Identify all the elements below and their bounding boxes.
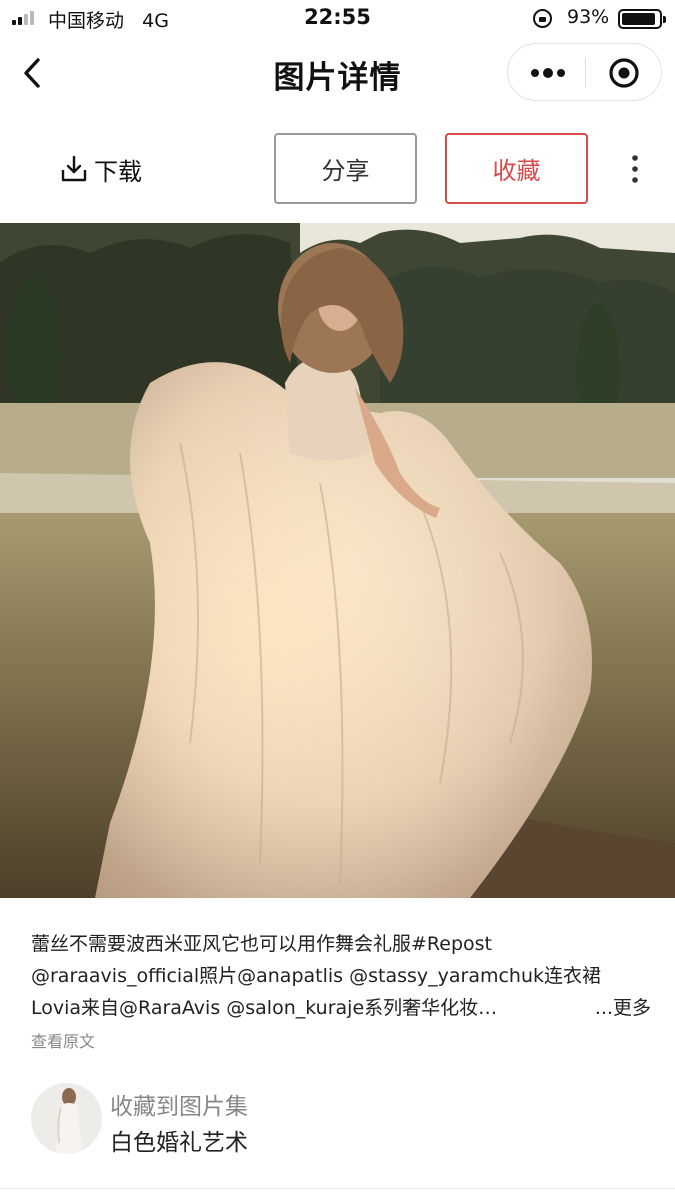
vertical-dots-icon[interactable] <box>628 154 642 184</box>
capsule-divider <box>585 58 586 88</box>
bottom-divider <box>0 1188 675 1189</box>
status-bar: 中国移动 4G 22:55 93% <box>0 0 675 38</box>
download-button[interactable]: 下载 <box>60 152 142 186</box>
favorite-button[interactable]: 收藏 <box>445 133 588 204</box>
description-line-3: Lovia来自@RaraAvis @salon_kuraje系列奢华化妆… <box>31 997 498 1019</box>
nav-bar: 图片详情 <box>0 38 675 108</box>
battery-icon <box>618 9 666 29</box>
download-label: 下载 <box>94 157 142 186</box>
more-link[interactable]: ...更多 <box>595 992 651 1024</box>
view-original-link[interactable]: 查看原文 <box>31 1028 95 1052</box>
description-line-1: 蕾丝不需要波西米亚风它也可以用作舞会礼服#Repost <box>31 933 492 955</box>
description-line-2: @raraavis_official照片@anapatlis @stassy_y… <box>31 965 602 987</box>
more-dots-icon[interactable] <box>528 63 568 83</box>
battery-percent: 93% <box>567 6 610 28</box>
mini-program-capsule <box>507 43 662 101</box>
collection-label: 收藏到图片集 <box>110 1094 248 1120</box>
share-button[interactable]: 分享 <box>274 133 417 204</box>
collection-avatar <box>31 1083 102 1154</box>
action-row: 下载 分享 收藏 <box>0 108 675 220</box>
orientation-lock-icon <box>533 9 552 28</box>
target-circle-icon[interactable] <box>608 57 640 89</box>
main-photo[interactable] <box>0 223 675 898</box>
download-icon <box>61 155 87 182</box>
collection-name: 白色婚礼艺术 <box>110 1130 248 1156</box>
photo-description: 蕾丝不需要波西米亚风它也可以用作舞会礼服#Repost @raraavis_of… <box>31 928 651 1024</box>
collection-card[interactable]: 收藏到图片集 白色婚礼艺术 <box>31 1083 631 1157</box>
